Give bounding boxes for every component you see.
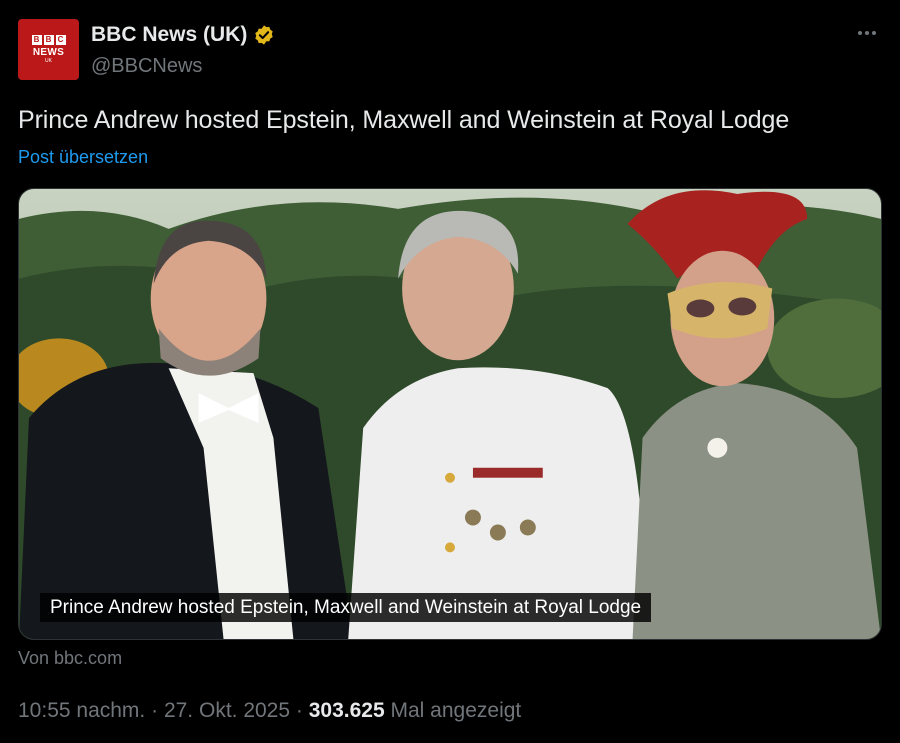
avatar-news-text: NEWS xyxy=(32,46,65,58)
card-source-link[interactable]: Von bbc.com xyxy=(18,648,122,669)
post-meta: 10:55 nachm. · 27. Okt. 2025 · 303.625 M… xyxy=(18,699,521,723)
avatar-uk-text: UK xyxy=(45,57,52,64)
photo-illustration xyxy=(19,189,881,639)
meta-separator-1: · xyxy=(151,699,159,722)
post-text: Prince Andrew hosted Epstein, Maxwell an… xyxy=(18,106,790,134)
logo-block-2: B xyxy=(43,34,54,45)
meta-separator-2: · xyxy=(295,699,303,722)
view-count: 303.625 xyxy=(308,699,385,722)
post-media-image[interactable]: Prince Andrew hosted Epstein, Maxwell an… xyxy=(18,188,882,640)
media-caption: Prince Andrew hosted Epstein, Maxwell an… xyxy=(40,593,652,622)
author-avatar[interactable]: B B C NEWS UK xyxy=(18,19,79,80)
translate-post-link[interactable]: Post übersetzen xyxy=(18,147,148,168)
logo-block-3: C xyxy=(55,34,66,45)
author-handle[interactable]: @BBCNews xyxy=(91,55,202,78)
logo-block-1: B xyxy=(31,34,42,45)
view-count-label: Mal angezeigt xyxy=(390,699,522,722)
more-options-icon[interactable] xyxy=(856,22,878,44)
bbc-logo-blocks: B B C xyxy=(31,34,66,45)
verified-badge-icon[interactable] xyxy=(253,24,275,46)
post-date[interactable]: 27. Okt. 2025 xyxy=(164,699,290,722)
post-time[interactable]: 10:55 nachm. xyxy=(18,699,145,722)
author-name-row: BBC News (UK) xyxy=(91,23,275,47)
author-display-name[interactable]: BBC News (UK) xyxy=(91,23,247,47)
